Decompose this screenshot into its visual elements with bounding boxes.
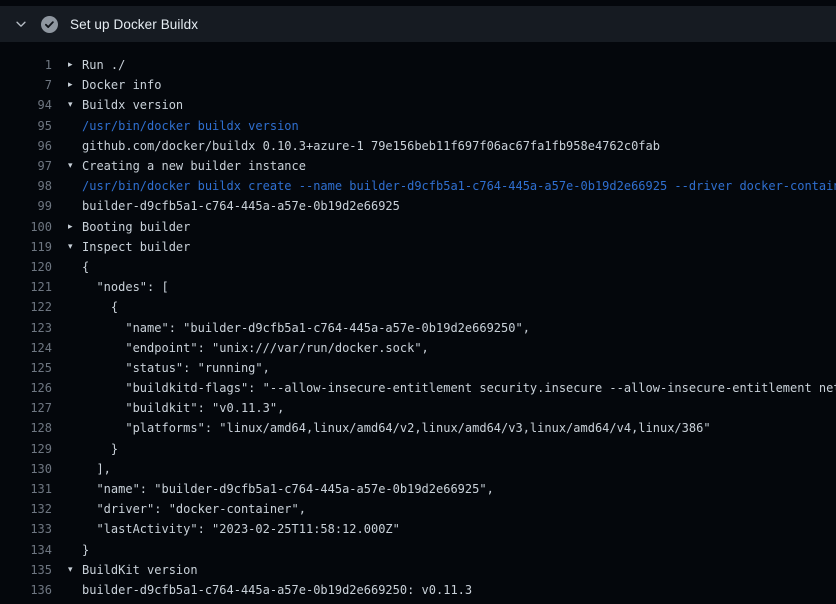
line-number[interactable]: 98: [0, 179, 52, 193]
log-group-row[interactable]: 100 ▸Booting builder: [0, 217, 836, 237]
log-group-row[interactable]: 119 ▾Inspect builder: [0, 237, 836, 257]
line-number[interactable]: 127: [0, 401, 52, 415]
line-number[interactable]: 130: [0, 462, 52, 476]
log-text: github.com/docker/buildx 0.10.3+azure-1 …: [82, 139, 660, 153]
log-text: {: [82, 300, 118, 314]
line-number[interactable]: 99: [0, 199, 52, 213]
log-group-title: Booting builder: [82, 220, 190, 234]
log-line: 120 {: [0, 257, 836, 277]
log-group-row[interactable]: 94 ▾Buildx version: [0, 95, 836, 115]
log-line: 126 "buildkitd-flags": "--allow-insecure…: [0, 378, 836, 398]
log-text: "buildkit": "v0.11.3",: [82, 401, 284, 415]
log-group-title: Creating a new builder instance: [82, 159, 306, 173]
chevron-right-icon[interactable]: ▸: [68, 55, 82, 75]
line-number[interactable]: 122: [0, 300, 52, 314]
log-command-text: /usr/bin/docker buildx version: [82, 119, 299, 133]
log-command-text: /usr/bin/docker buildx create --name bui…: [82, 179, 836, 193]
chevron-down-icon[interactable]: ▾: [68, 156, 82, 176]
log-line: 121 "nodes": [: [0, 277, 836, 297]
log-group-title: Inspect builder: [82, 240, 190, 254]
log-group-title: BuildKit version: [82, 563, 198, 577]
log-line: 130 ],: [0, 459, 836, 479]
log-line: 125 "status": "running",: [0, 358, 836, 378]
log-line: 127 "buildkit": "v0.11.3",: [0, 398, 836, 418]
log-group-row[interactable]: 1 ▸Run ./: [0, 55, 836, 75]
log-text: "platforms": "linux/amd64,linux/amd64/v2…: [82, 421, 711, 435]
chevron-right-icon[interactable]: ▸: [68, 217, 82, 237]
workflow-log-panel: Set up Docker Buildx 1▸Run ./7▸Docker in…: [0, 6, 836, 604]
log-text: ],: [82, 462, 111, 476]
line-number[interactable]: 126: [0, 381, 52, 395]
log-line: 95/usr/bin/docker buildx version: [0, 116, 836, 136]
log-line: 131 "name": "builder-d9cfb5a1-c764-445a-…: [0, 479, 836, 499]
line-number[interactable]: 95: [0, 119, 52, 133]
log-line: 122 {: [0, 297, 836, 317]
line-number[interactable]: 135: [0, 563, 52, 577]
line-number[interactable]: 97: [0, 159, 52, 173]
line-number[interactable]: 128: [0, 421, 52, 435]
chevron-right-icon[interactable]: ▸: [68, 75, 82, 95]
line-number[interactable]: 131: [0, 482, 52, 496]
log-text: "endpoint": "unix:///var/run/docker.sock…: [82, 341, 429, 355]
log-line: 134}: [0, 540, 836, 560]
log-text: "lastActivity": "2023-02-25T11:58:12.000…: [82, 522, 400, 536]
log-text: "buildkitd-flags": "--allow-insecure-ent…: [82, 381, 836, 395]
chevron-down-icon[interactable]: ▾: [68, 95, 82, 115]
log-line: 132 "driver": "docker-container",: [0, 499, 836, 519]
line-number[interactable]: 119: [0, 240, 52, 254]
chevron-down-icon[interactable]: ▾: [68, 237, 82, 257]
chevron-down-icon[interactable]: [14, 17, 28, 31]
log-output: 1▸Run ./7▸Docker info94▾Buildx version95…: [0, 42, 836, 600]
log-line: 123 "name": "builder-d9cfb5a1-c764-445a-…: [0, 317, 836, 337]
line-number[interactable]: 136: [0, 583, 52, 597]
log-text: "nodes": [: [82, 280, 169, 294]
line-number[interactable]: 123: [0, 321, 52, 335]
log-group-title: Buildx version: [82, 98, 183, 112]
log-line: 129 }: [0, 439, 836, 459]
log-line: 99 builder-d9cfb5a1-c764-445a-a57e-0b19d2…: [0, 196, 836, 216]
log-group-row[interactable]: 97 ▾Creating a new builder instance: [0, 156, 836, 176]
line-number[interactable]: 100: [0, 220, 52, 234]
line-number[interactable]: 96: [0, 139, 52, 153]
line-number[interactable]: 7: [0, 78, 52, 92]
line-number[interactable]: 133: [0, 522, 52, 536]
chevron-down-icon[interactable]: ▾: [68, 560, 82, 580]
log-group-title: Docker info: [82, 78, 161, 92]
log-text: builder-d9cfb5a1-c764-445a-a57e-0b19d2e6…: [82, 199, 400, 213]
log-line: 98/usr/bin/docker buildx create --name b…: [0, 176, 836, 196]
log-line: 133 "lastActivity": "2023-02-25T11:58:12…: [0, 519, 836, 539]
log-line: 128 "platforms": "linux/amd64,linux/amd6…: [0, 418, 836, 438]
line-number[interactable]: 121: [0, 280, 52, 294]
line-number[interactable]: 94: [0, 98, 52, 112]
log-group-row[interactable]: 7 ▸Docker info: [0, 75, 836, 95]
log-text: "name": "builder-d9cfb5a1-c764-445a-a57e…: [82, 321, 530, 335]
log-line: 96 github.com/docker/buildx 0.10.3+azure-…: [0, 136, 836, 156]
log-text: "driver": "docker-container",: [82, 502, 306, 516]
step-title: Set up Docker Buildx: [70, 17, 198, 32]
step-header[interactable]: Set up Docker Buildx: [0, 6, 836, 42]
log-text: {: [82, 260, 89, 274]
log-group-row[interactable]: 135 ▾BuildKit version: [0, 560, 836, 580]
log-text: }: [82, 543, 89, 557]
log-line: 136 builder-d9cfb5a1-c764-445a-a57e-0b19d…: [0, 580, 836, 600]
line-number[interactable]: 124: [0, 341, 52, 355]
log-line: 124 "endpoint": "unix:///var/run/docker.…: [0, 338, 836, 358]
log-text: "status": "running",: [82, 361, 270, 375]
log-text: }: [82, 442, 118, 456]
line-number[interactable]: 1: [0, 58, 52, 72]
log-text: "name": "builder-d9cfb5a1-c764-445a-a57e…: [82, 482, 494, 496]
line-number[interactable]: 134: [0, 543, 52, 557]
line-number[interactable]: 129: [0, 442, 52, 456]
line-number[interactable]: 120: [0, 260, 52, 274]
line-number[interactable]: 125: [0, 361, 52, 375]
line-number[interactable]: 132: [0, 502, 52, 516]
log-text: builder-d9cfb5a1-c764-445a-a57e-0b19d2e6…: [82, 583, 472, 597]
log-group-title: Run ./: [82, 58, 125, 72]
check-circle-icon: [41, 16, 58, 33]
